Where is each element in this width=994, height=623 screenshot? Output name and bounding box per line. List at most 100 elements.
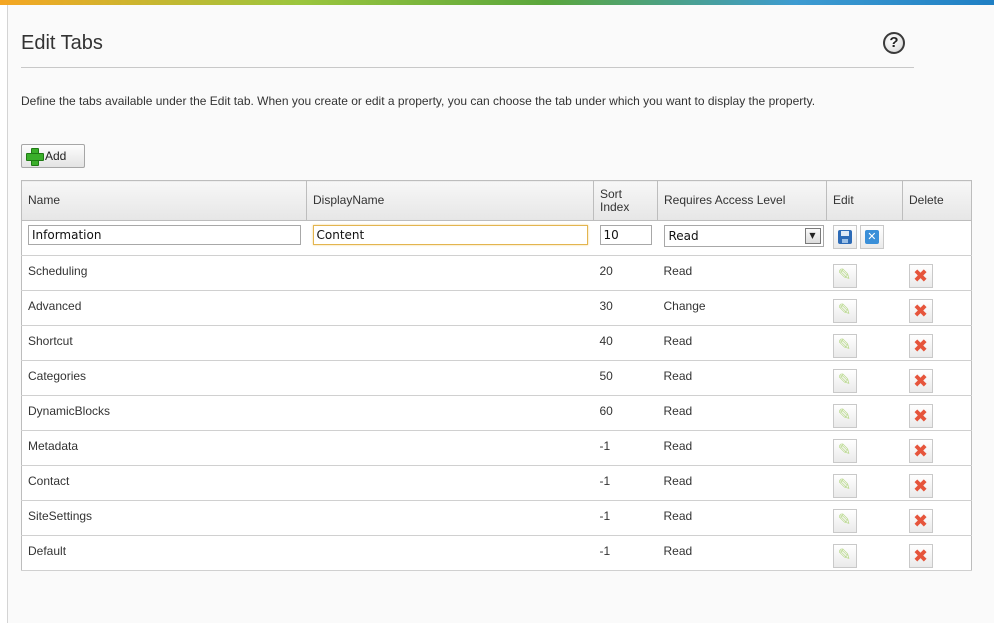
- title-divider: [21, 67, 914, 68]
- cancel-button[interactable]: ✕: [859, 225, 884, 249]
- cell-sort-index: -1: [593, 535, 658, 571]
- delete-x-icon: ✖: [912, 511, 929, 531]
- delete-button[interactable]: ✖: [908, 509, 933, 533]
- table-header-row: Name DisplayName Sort Index Requires Acc…: [21, 180, 972, 221]
- cell-access-level: Read: [657, 465, 827, 501]
- cell-name: Scheduling: [21, 255, 307, 291]
- tabs-table: Name DisplayName Sort Index Requires Acc…: [21, 180, 972, 571]
- table-row: SiteSettings -1 Read ✎ ✖: [21, 500, 972, 536]
- edit-button[interactable]: ✎: [832, 509, 857, 533]
- delete-x-icon: ✖: [912, 371, 929, 391]
- cell-name: Contact: [21, 465, 307, 501]
- delete-button[interactable]: ✖: [908, 264, 933, 288]
- cell-name: Default: [21, 535, 307, 571]
- cell-name: Categories: [21, 360, 307, 396]
- cell-name: Advanced: [21, 290, 307, 326]
- cell-display-name: [306, 395, 594, 431]
- access-level-selected: Read: [668, 229, 699, 243]
- edit-button[interactable]: ✎: [832, 369, 857, 393]
- cell-access-level: Read: [657, 395, 827, 431]
- pencil-icon: ✎: [837, 477, 852, 494]
- delete-x-icon: ✖: [912, 336, 929, 356]
- delete-x-icon: ✖: [912, 546, 929, 566]
- delete-button[interactable]: ✖: [908, 404, 933, 428]
- cell-name: SiteSettings: [21, 500, 307, 536]
- cancel-icon: ✕: [864, 230, 879, 244]
- pencil-icon: ✎: [837, 267, 852, 284]
- delete-button[interactable]: ✖: [908, 334, 933, 358]
- chevron-down-icon[interactable]: ▼: [804, 228, 821, 244]
- table-row: Scheduling 20 Read ✎ ✖: [21, 255, 972, 291]
- cell-sort-index: 40: [593, 325, 658, 361]
- cell-access-level: Read: [657, 430, 827, 466]
- edit-button[interactable]: ✎: [832, 404, 857, 428]
- delete-button[interactable]: ✖: [908, 544, 933, 568]
- cell-name: DynamicBlocks: [21, 395, 307, 431]
- delete-button[interactable]: ✖: [908, 474, 933, 498]
- add-button[interactable]: Add: [21, 144, 85, 168]
- delete-x-icon: ✖: [912, 406, 929, 426]
- edit-button[interactable]: ✎: [832, 439, 857, 463]
- cell-sort-index: 60: [593, 395, 658, 431]
- cell-access-level: Read: [657, 360, 827, 396]
- cell-access-level: Read: [657, 255, 827, 291]
- cell-access-level: Read: [657, 535, 827, 571]
- edit-button[interactable]: ✎: [832, 264, 857, 288]
- pencil-icon: ✎: [837, 407, 852, 424]
- cell-display-name: [306, 500, 594, 536]
- table-row: Advanced 30 Change ✎ ✖: [21, 290, 972, 326]
- cell-sort-index: -1: [593, 465, 658, 501]
- edit-button[interactable]: ✎: [832, 334, 857, 358]
- cell-name: Metadata: [21, 430, 307, 466]
- help-icon[interactable]: ?: [883, 32, 905, 54]
- name-input[interactable]: [28, 225, 301, 245]
- edit-button[interactable]: ✎: [832, 299, 857, 323]
- cell-access-level: Read: [657, 500, 827, 536]
- save-button[interactable]: [832, 225, 857, 249]
- delete-x-icon: ✖: [912, 476, 929, 496]
- edit-button[interactable]: ✎: [832, 544, 857, 568]
- cell-sort-index: 20: [593, 255, 658, 291]
- sort-index-input[interactable]: [599, 225, 652, 245]
- cell-display-name: [306, 360, 594, 396]
- pencil-icon: ✎: [837, 512, 852, 529]
- table-row: Contact -1 Read ✎ ✖: [21, 465, 972, 501]
- column-header-sort-index[interactable]: Sort Index: [593, 180, 658, 221]
- table-row: Categories 50 Read ✎ ✖: [21, 360, 972, 396]
- page-description: Define the tabs available under the Edit…: [21, 94, 816, 108]
- page-title: Edit Tabs: [21, 32, 103, 54]
- cell-sort-index: -1: [593, 500, 658, 536]
- column-header-access-level[interactable]: Requires Access Level: [657, 180, 827, 221]
- table-row: Metadata -1 Read ✎ ✖: [21, 430, 972, 466]
- column-header-display-name[interactable]: DisplayName: [306, 180, 594, 221]
- save-icon: [837, 230, 852, 244]
- column-header-delete: Delete: [902, 180, 972, 221]
- cell-display-name: [306, 430, 594, 466]
- edit-button[interactable]: ✎: [832, 474, 857, 498]
- pencil-icon: ✎: [837, 302, 852, 319]
- delete-button[interactable]: ✖: [908, 439, 933, 463]
- pencil-icon: ✎: [837, 337, 852, 354]
- cell-name: Shortcut: [21, 325, 307, 361]
- delete-button[interactable]: ✖: [908, 299, 933, 323]
- cell-display-name: [306, 325, 594, 361]
- delete-button[interactable]: ✖: [908, 369, 933, 393]
- cell-display-name: [306, 255, 594, 291]
- column-header-edit: Edit: [826, 180, 903, 221]
- cell-display-name: [306, 535, 594, 571]
- column-header-name[interactable]: Name: [21, 180, 307, 221]
- cell-sort-index: 50: [593, 360, 658, 396]
- delete-x-icon: ✖: [912, 301, 929, 321]
- cell-access-level: Read: [657, 325, 827, 361]
- cell-sort-index: 30: [593, 290, 658, 326]
- display-name-input[interactable]: [312, 225, 588, 245]
- add-button-label: Add: [45, 149, 67, 163]
- delete-x-icon: ✖: [912, 441, 929, 461]
- delete-x-icon: ✖: [912, 266, 929, 286]
- table-row: DynamicBlocks 60 Read ✎ ✖: [21, 395, 972, 431]
- cell-sort-index: -1: [593, 430, 658, 466]
- access-level-select[interactable]: Read ▼: [663, 225, 824, 247]
- cell-display-name: [306, 465, 594, 501]
- table-row: Shortcut 40 Read ✎ ✖: [21, 325, 972, 361]
- table-row: Default -1 Read ✎ ✖: [21, 535, 972, 571]
